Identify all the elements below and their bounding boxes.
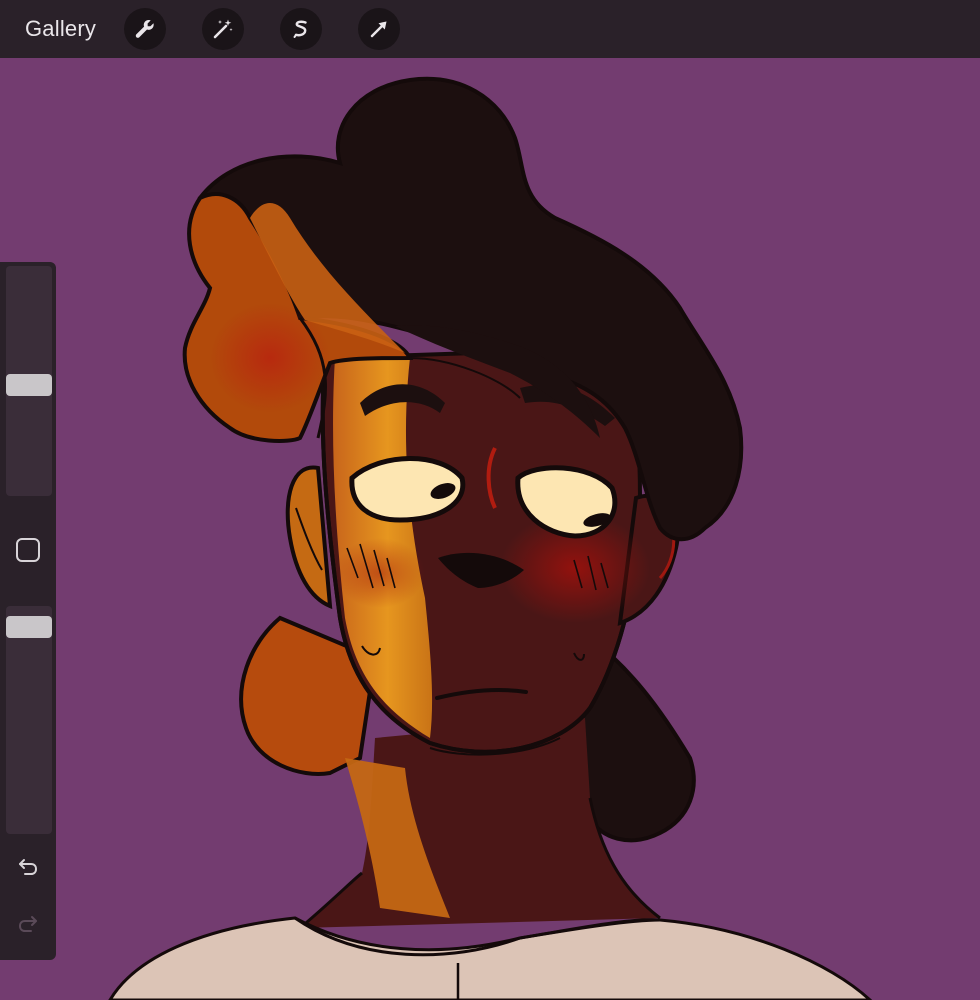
opacity-handle[interactable] (6, 616, 52, 638)
brush-size-slider[interactable] (6, 266, 52, 496)
gallery-button[interactable]: Gallery (25, 16, 96, 42)
wrench-icon (135, 20, 154, 38)
undo-icon (19, 859, 38, 875)
character-illustration (108, 76, 873, 1000)
selection-button[interactable] (280, 8, 323, 50)
redo-icon (18, 916, 37, 932)
opacity-slider[interactable] (6, 606, 52, 834)
drawing-canvas[interactable] (0, 58, 980, 1000)
brush-sidebar (0, 262, 56, 960)
transform-button[interactable] (358, 8, 401, 50)
magic-wand-icon (213, 19, 233, 39)
brush-size-handle[interactable] (6, 374, 52, 396)
transform-arrow-icon (370, 21, 387, 38)
redo-button[interactable] (14, 910, 42, 938)
adjustments-button[interactable] (202, 8, 245, 50)
modify-button[interactable] (16, 538, 40, 562)
actions-button[interactable] (124, 8, 167, 50)
selection-s-icon (293, 20, 307, 38)
undo-button[interactable] (14, 853, 42, 881)
top-toolbar: Gallery (0, 0, 980, 58)
